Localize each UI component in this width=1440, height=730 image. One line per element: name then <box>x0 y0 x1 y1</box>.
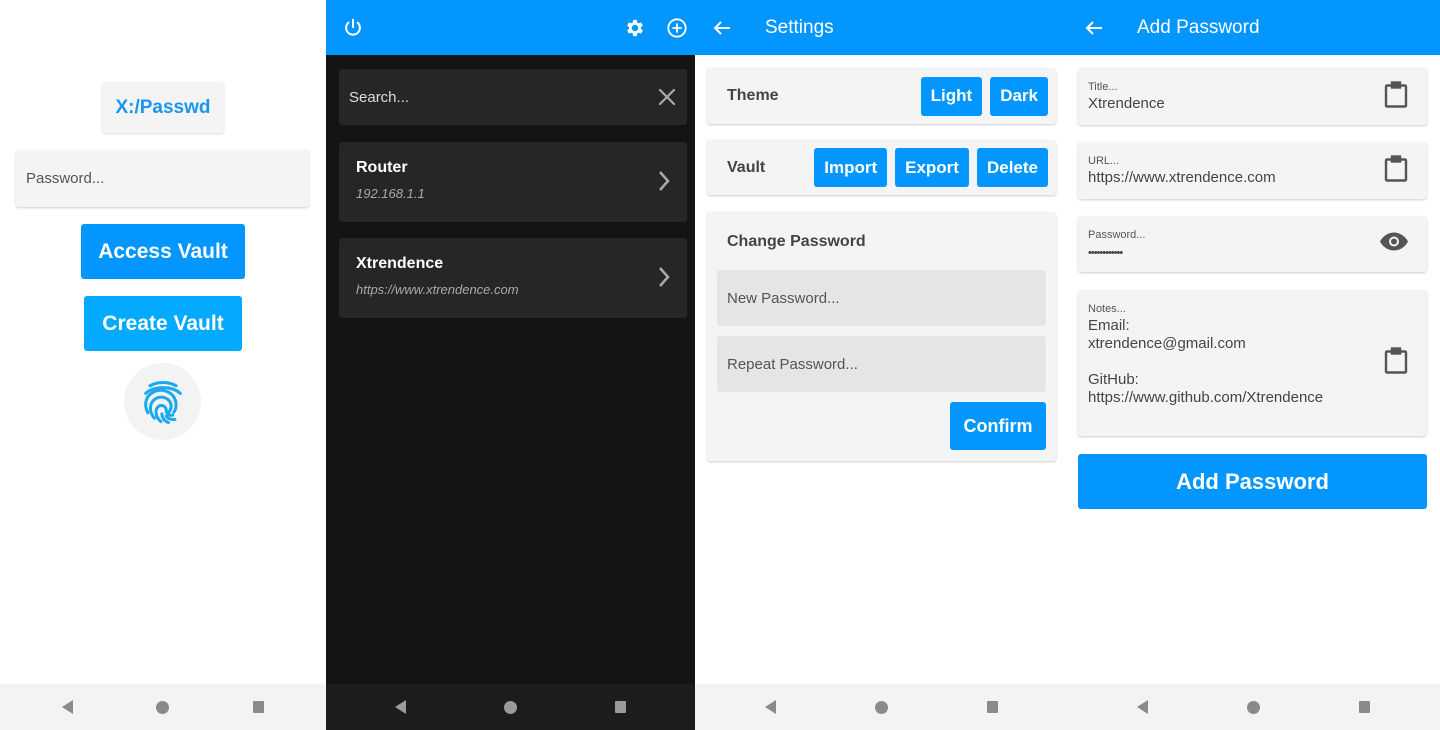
add-circle-icon <box>667 17 687 38</box>
password-input[interactable] <box>16 150 309 207</box>
nav-back-icon[interactable] <box>1136 700 1148 714</box>
change-password-card: Change Password Confirm <box>707 212 1056 461</box>
export-button[interactable]: Export <box>895 148 969 187</box>
gear-icon <box>627 19 643 36</box>
back-button[interactable] <box>1083 17 1105 39</box>
url-field-value[interactable]: https://www.xtrendence.com <box>1088 169 1276 187</box>
vault-screen: Router 192.168.1.1 Xtrendence https://ww… <box>326 0 695 730</box>
nav-recents-icon[interactable] <box>1359 701 1371 713</box>
notes-field[interactable]: Notes... Email: xtrendence@gmail.com Git… <box>1078 290 1427 436</box>
search-input[interactable] <box>349 88 609 106</box>
vault-card: Vault Import Export Delete <box>707 140 1056 195</box>
fingerprint-button[interactable] <box>124 363 201 440</box>
search-bar <box>339 69 687 125</box>
title-field-value[interactable]: Xtrendence <box>1088 95 1165 113</box>
add-password-button[interactable]: Add Password <box>1078 454 1427 509</box>
title-field[interactable]: Title... Xtrendence <box>1078 68 1427 125</box>
nav-home-icon[interactable] <box>504 700 517 714</box>
delete-button[interactable]: Delete <box>976 148 1048 187</box>
nav-home-icon[interactable] <box>156 700 170 714</box>
settings-button[interactable] <box>624 17 646 39</box>
arrow-left-icon <box>713 20 730 35</box>
vault-header <box>326 0 695 55</box>
password-field-value[interactable]: •••••••••••• <box>1088 244 1123 262</box>
nav-back-icon[interactable] <box>764 700 776 714</box>
nav-back-icon[interactable] <box>61 700 73 714</box>
settings-header: Settings <box>695 0 1067 55</box>
notes-field-label: Notes... <box>1088 303 1126 315</box>
repeat-password-input[interactable] <box>717 336 1046 392</box>
add-password-screen: Add Password Title... Xtrendence URL... … <box>1067 0 1440 730</box>
nav-recents-icon[interactable] <box>986 701 998 713</box>
theme-light-button[interactable]: Light <box>920 76 983 116</box>
arrow-left-icon <box>1085 20 1102 35</box>
chevron-right-icon <box>659 171 670 191</box>
system-nav-bar <box>326 684 695 730</box>
system-nav-bar <box>0 684 326 730</box>
theme-card: Theme Light Dark <box>707 68 1056 124</box>
clear-search-button[interactable] <box>657 87 677 107</box>
login-screen: X:/Passwd Access Vault Create Vault <box>0 0 326 730</box>
system-nav-bar <box>1067 684 1440 730</box>
nav-home-icon[interactable] <box>874 700 888 714</box>
close-icon <box>658 88 676 106</box>
theme-label: Theme <box>727 87 779 104</box>
clipboard-icon <box>1384 154 1408 182</box>
chevron-right-icon <box>659 267 670 287</box>
entry-subtitle: 192.168.1.1 <box>356 186 425 201</box>
page-title: Settings <box>765 16 834 38</box>
paste-notes-button[interactable] <box>1383 347 1409 380</box>
password-field-label: Password... <box>1088 229 1146 241</box>
power-icon <box>345 18 361 36</box>
new-password-input[interactable] <box>717 270 1046 326</box>
fingerprint-icon <box>143 380 182 424</box>
eye-icon <box>1380 232 1408 251</box>
access-vault-button[interactable]: Access Vault <box>81 224 245 279</box>
paste-title-button[interactable] <box>1383 80 1409 113</box>
clipboard-icon <box>1384 80 1408 108</box>
toggle-visibility-button[interactable] <box>1379 232 1409 257</box>
nav-home-icon[interactable] <box>1246 700 1260 714</box>
import-button[interactable]: Import <box>814 148 888 187</box>
entry-name: Xtrendence <box>356 255 444 272</box>
entry-subtitle: https://www.xtrendence.com <box>356 282 519 297</box>
paste-url-button[interactable] <box>1383 154 1409 187</box>
vault-label: Vault <box>727 158 766 176</box>
create-vault-button[interactable]: Create Vault <box>84 296 242 351</box>
nav-back-icon[interactable] <box>395 700 406 714</box>
title-field-label: Title... <box>1088 81 1118 93</box>
notes-field-value[interactable]: Email: xtrendence@gmail.com GitHub: http… <box>1088 317 1323 407</box>
app-logo: X:/Passwd <box>102 82 224 133</box>
clipboard-icon <box>1384 347 1408 374</box>
logout-button[interactable] <box>342 17 364 39</box>
password-field[interactable]: Password... •••••••••••• <box>1078 216 1427 272</box>
confirm-button[interactable]: Confirm <box>950 402 1046 450</box>
url-field-label: URL... <box>1088 155 1120 167</box>
settings-screen: Settings Theme Light Dark Vault Import E… <box>695 0 1067 730</box>
page-title: Add Password <box>1137 16 1260 38</box>
system-nav-bar <box>695 684 1067 730</box>
nav-recents-icon[interactable] <box>615 701 626 713</box>
entry-name: Router <box>356 159 408 176</box>
change-password-title: Change Password <box>727 233 866 250</box>
add-password-header: Add Password <box>1067 0 1440 55</box>
nav-recents-icon[interactable] <box>253 701 265 713</box>
add-entry-button[interactable] <box>666 17 688 39</box>
back-button[interactable] <box>711 17 733 39</box>
vault-entry[interactable]: Router 192.168.1.1 <box>339 142 687 222</box>
theme-dark-button[interactable]: Dark <box>990 76 1048 116</box>
vault-entry[interactable]: Xtrendence https://www.xtrendence.com <box>339 238 687 318</box>
url-field[interactable]: URL... https://www.xtrendence.com <box>1078 142 1427 199</box>
